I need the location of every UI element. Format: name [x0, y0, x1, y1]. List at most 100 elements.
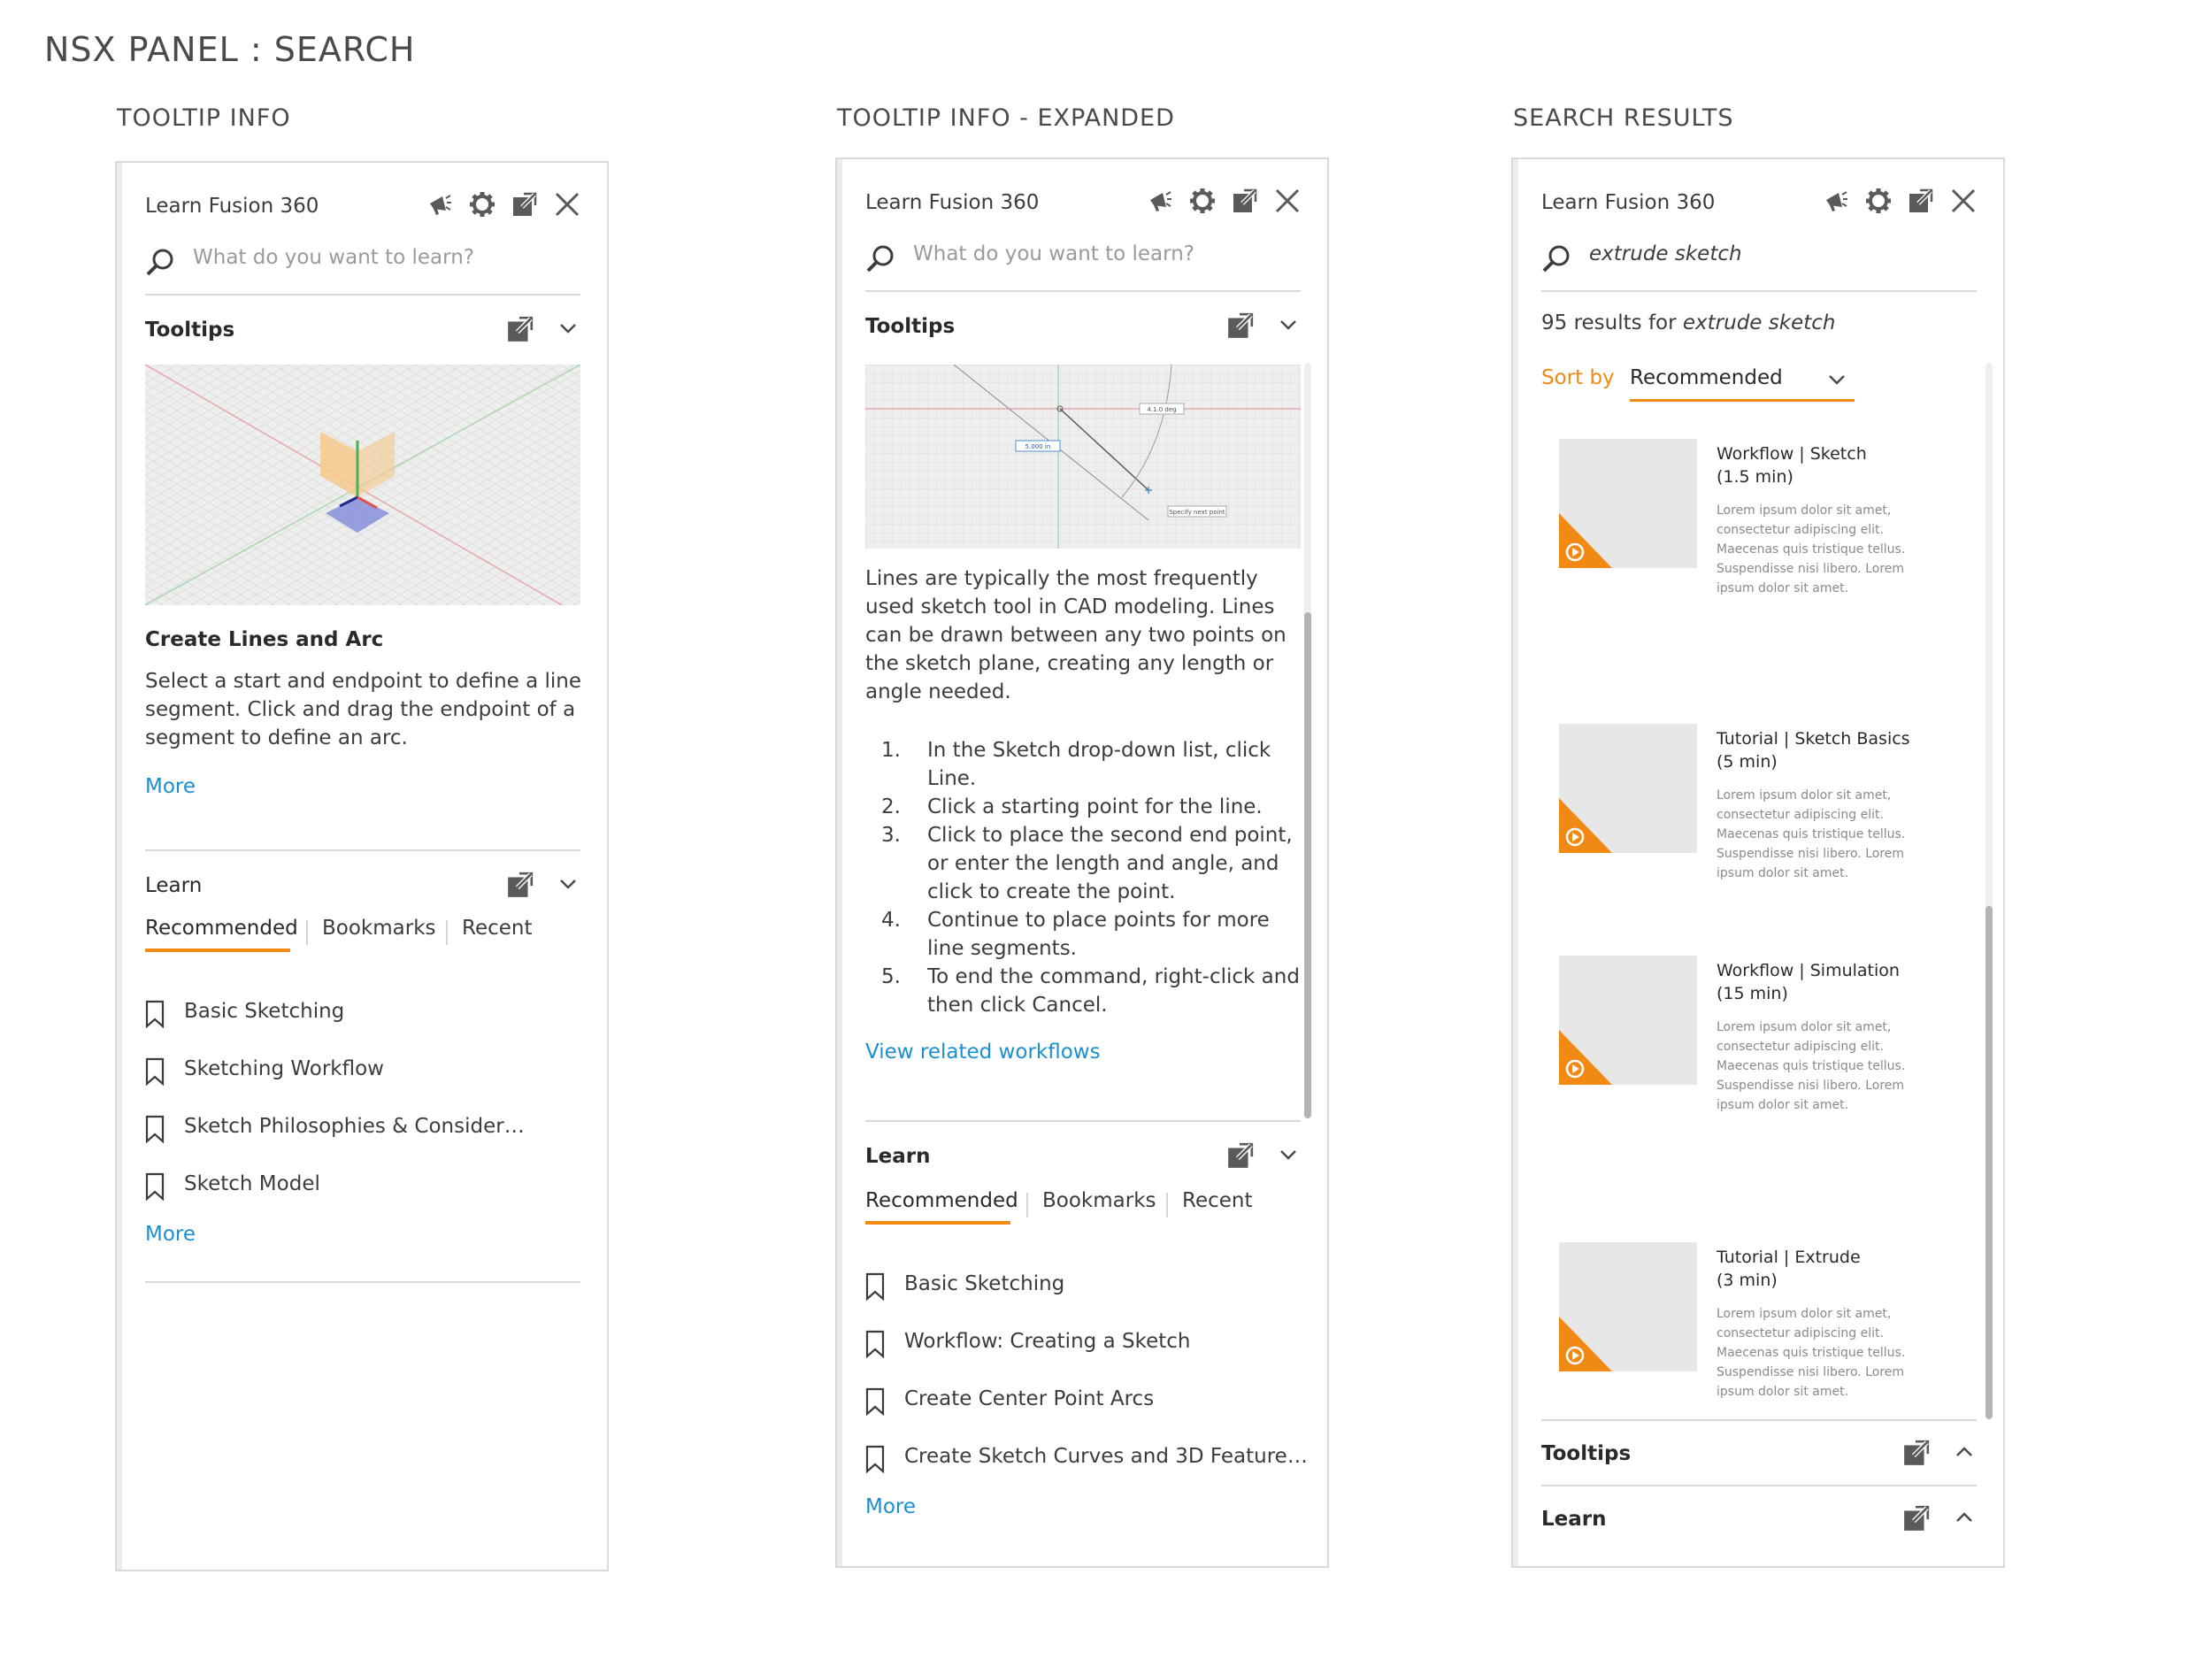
learn-section-header[interactable]: Learn	[1541, 1502, 1977, 1538]
play-icon[interactable]	[1559, 798, 1612, 853]
megaphone-icon[interactable]	[1823, 188, 1849, 214]
tab-bookmarks[interactable]: Bookmarks	[1042, 1189, 1156, 1212]
bookmark-icon[interactable]	[145, 1115, 165, 1143]
chevron-down-icon[interactable]	[1828, 373, 1846, 386]
search-input[interactable]	[193, 246, 547, 269]
scrollbar[interactable]	[1304, 363, 1311, 1118]
popout-icon[interactable]	[1902, 1439, 1931, 1467]
megaphone-icon[interactable]	[426, 191, 453, 218]
learn-section-header[interactable]: Learn	[145, 869, 580, 904]
sort-dropdown[interactable]: Recommended	[1630, 365, 1855, 402]
step-item: 4. Continue to place points for more line…	[865, 906, 1303, 963]
popout-icon[interactable]	[1902, 1504, 1931, 1532]
result-card[interactable]: Workflow | Sketch (1.5 min) Lorem ipsum …	[1559, 439, 1939, 607]
results-count-text: 95 results for	[1541, 311, 1677, 334]
popout-icon[interactable]	[1226, 1141, 1255, 1170]
scrollbar[interactable]	[1985, 363, 1993, 1419]
step-text: To end the command, right-click and then…	[927, 965, 1300, 1017]
steps-list: 1. In the Sketch drop-down list, click Li…	[865, 736, 1303, 1019]
tab-recent[interactable]: Recent	[462, 917, 533, 940]
list-item-label: Create Sketch Curves and 3D Feature…	[904, 1445, 1308, 1468]
step-item: 2. Click a starting point for the line.	[865, 793, 1303, 821]
result-card[interactable]: Workflow | Simulation (15 min) Lorem ips…	[1559, 956, 1939, 1124]
gear-icon[interactable]	[469, 191, 495, 218]
popout-icon[interactable]	[1908, 188, 1934, 214]
step-number: 1.	[881, 739, 901, 762]
divider	[865, 1120, 1301, 1122]
chevron-down-icon[interactable]	[1279, 1148, 1297, 1161]
result-thumbnail[interactable]	[1559, 724, 1697, 853]
result-duration: (3 min)	[1717, 1271, 1778, 1290]
bookmark-icon[interactable]	[145, 1172, 165, 1201]
bookmark-icon[interactable]	[145, 1000, 165, 1028]
tooltip-more-link[interactable]: More	[145, 775, 196, 798]
tooltips-section-header[interactable]: Tooltips	[145, 313, 580, 349]
bookmark-icon[interactable]	[865, 1445, 885, 1473]
result-description: Lorem ipsum dolor sit amet, consectetur …	[1717, 503, 1906, 595]
tab-recent[interactable]: Recent	[1182, 1189, 1253, 1212]
step-number: 4.	[881, 909, 901, 932]
search-input[interactable]	[913, 242, 1267, 265]
megaphone-icon[interactable]	[1147, 188, 1173, 214]
panel-search-results: Learn Fusion 360 95 results for extrude …	[1511, 157, 2005, 1568]
result-thumbnail[interactable]	[1559, 1242, 1697, 1371]
scrollbar-thumb[interactable]	[1985, 906, 1993, 1419]
popout-icon[interactable]	[1226, 311, 1255, 340]
list-item-label: Basic Sketching	[904, 1272, 1065, 1295]
play-icon[interactable]	[1559, 1317, 1612, 1371]
close-icon[interactable]	[1274, 188, 1301, 214]
view-related-workflows-link[interactable]: View related workflows	[865, 1041, 1101, 1064]
tooltips-section-header[interactable]: Tooltips	[865, 310, 1301, 345]
step-item: 1. In the Sketch drop-down list, click Li…	[865, 736, 1303, 793]
result-duration: (1.5 min)	[1717, 467, 1793, 487]
result-thumbnail[interactable]	[1559, 956, 1697, 1085]
gear-icon[interactable]	[1865, 188, 1892, 214]
tab-recommended[interactable]: Recommended	[145, 917, 298, 940]
result-card[interactable]: Tutorial | Extrude (3 min) Lorem ipsum d…	[1559, 1242, 1939, 1410]
result-title: Tutorial | Sketch Basics	[1717, 729, 1910, 749]
play-icon[interactable]	[1559, 1030, 1612, 1085]
tab-bookmarks[interactable]: Bookmarks	[322, 917, 436, 940]
scrollbar-thumb[interactable]	[1304, 612, 1311, 1118]
learn-tabs: Recommended Bookmarks Recent	[865, 1189, 1301, 1225]
learn-title: Learn	[1541, 1508, 1607, 1531]
panel-title: Learn Fusion 360	[1541, 191, 1716, 214]
tooltips-title: Tooltips	[145, 319, 235, 342]
step-text: Click a starting point for the line.	[927, 795, 1263, 818]
active-tab-indicator	[865, 1221, 1010, 1225]
search-input[interactable]	[1589, 242, 1943, 265]
result-thumbnail[interactable]	[1559, 439, 1697, 568]
active-tab-indicator	[145, 949, 290, 952]
gear-icon[interactable]	[1189, 188, 1216, 214]
bookmark-icon[interactable]	[865, 1387, 885, 1416]
chevron-up-icon[interactable]	[1955, 1511, 1973, 1524]
learn-more-link[interactable]: More	[145, 1223, 196, 1246]
close-icon[interactable]	[554, 191, 580, 218]
close-icon[interactable]	[1950, 188, 1977, 214]
chevron-down-icon[interactable]	[559, 322, 577, 334]
sort-value: Recommended	[1630, 366, 1783, 389]
tab-recommended[interactable]: Recommended	[865, 1189, 1018, 1212]
learn-section-header[interactable]: Learn	[865, 1140, 1301, 1175]
play-icon[interactable]	[1559, 513, 1612, 568]
bookmark-icon[interactable]	[865, 1272, 885, 1301]
result-description: Lorem ipsum dolor sit amet, consectetur …	[1717, 1020, 1906, 1112]
chevron-down-icon[interactable]	[559, 878, 577, 890]
chevron-down-icon[interactable]	[1279, 319, 1297, 331]
bookmark-icon[interactable]	[145, 1057, 165, 1086]
popout-icon[interactable]	[1232, 188, 1258, 214]
divider	[145, 1281, 580, 1283]
learn-more-link[interactable]: More	[865, 1495, 916, 1518]
popout-icon[interactable]	[511, 191, 538, 218]
bookmark-icon[interactable]	[865, 1330, 885, 1358]
tooltip-body: Select a start and endpoint to define a …	[145, 670, 582, 749]
popout-icon[interactable]	[506, 871, 534, 899]
step-number: 3.	[881, 824, 901, 847]
tooltips-section-header[interactable]: Tooltips	[1541, 1437, 1977, 1472]
list-item-label: Sketching Workflow	[184, 1057, 384, 1080]
panel-toolbar	[1147, 188, 1301, 214]
chevron-up-icon[interactable]	[1955, 1446, 1973, 1458]
tooltip-image	[145, 365, 580, 605]
popout-icon[interactable]	[506, 315, 534, 343]
result-card[interactable]: Tutorial | Sketch Basics (5 min) Lorem i…	[1559, 724, 1939, 892]
